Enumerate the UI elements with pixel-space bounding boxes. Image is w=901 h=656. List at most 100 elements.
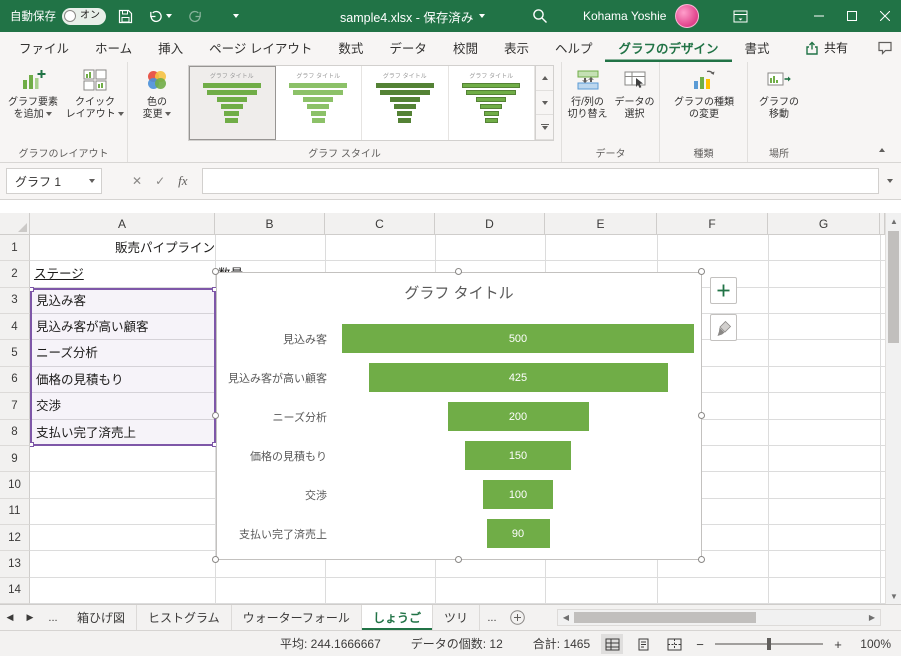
row-header[interactable]: 11 bbox=[0, 498, 30, 525]
chart-resize-handle[interactable] bbox=[698, 556, 705, 563]
column-header-c[interactable]: C bbox=[325, 213, 435, 235]
move-chart-button[interactable]: グラフの 移動 bbox=[751, 66, 807, 121]
select-data-button[interactable]: データの 選択 bbox=[612, 66, 657, 121]
horizontal-scroll-thumb[interactable] bbox=[574, 612, 756, 623]
add-chart-element-button[interactable]: グラフ要素 を追加 bbox=[2, 66, 64, 121]
formula-input[interactable] bbox=[201, 168, 879, 194]
share-button[interactable]: 共有 bbox=[796, 36, 857, 59]
funnel-bar[interactable]: 100 bbox=[483, 480, 553, 509]
chart-styles-button[interactable] bbox=[710, 314, 737, 341]
chart-resize-handle[interactable] bbox=[212, 412, 219, 419]
funnel-bar[interactable]: 500 bbox=[342, 324, 694, 353]
gallery-scroll-down[interactable] bbox=[536, 91, 553, 116]
tab-view[interactable]: 表示 bbox=[491, 32, 542, 62]
cell-a5[interactable]: ニーズ分析 bbox=[36, 340, 98, 366]
chart-style-option-2[interactable]: グラフ タイトル bbox=[275, 66, 362, 140]
sheet-tab-waterfall[interactable]: ウォーターフォール bbox=[231, 605, 362, 630]
chart-title[interactable]: グラフ タイトル bbox=[217, 282, 701, 303]
row-header[interactable]: 5 bbox=[0, 340, 30, 367]
autosave-toggle[interactable]: 自動保存 オン bbox=[10, 0, 106, 32]
close-button[interactable] bbox=[868, 0, 901, 32]
row-header[interactable]: 10 bbox=[0, 472, 30, 499]
gallery-more-button[interactable] bbox=[536, 115, 553, 141]
funnel-bar[interactable]: 150 bbox=[465, 441, 571, 470]
tab-formulas[interactable]: 数式 bbox=[325, 32, 376, 62]
vertical-scroll-thumb[interactable] bbox=[888, 231, 899, 343]
page-break-view-button[interactable] bbox=[663, 634, 685, 654]
tab-page-layout[interactable]: ページ レイアウト bbox=[196, 32, 325, 62]
chart-resize-handle[interactable] bbox=[212, 556, 219, 563]
quick-layout-button[interactable]: クイック レイアウト bbox=[64, 66, 126, 121]
tab-data[interactable]: データ bbox=[376, 32, 440, 62]
sheet-nav-right[interactable]: ▶ bbox=[20, 605, 40, 630]
chart-resize-handle[interactable] bbox=[455, 556, 462, 563]
row-header[interactable]: 9 bbox=[0, 445, 30, 473]
row-header[interactable]: 13 bbox=[0, 551, 30, 578]
tab-chart-design[interactable]: グラフのデザイン bbox=[605, 32, 731, 62]
sheet-tab-tsuri[interactable]: ツリ bbox=[432, 605, 480, 630]
tab-review[interactable]: 校閲 bbox=[440, 32, 491, 62]
zoom-out-button[interactable]: − bbox=[694, 637, 706, 652]
gallery-scroll-up[interactable] bbox=[536, 66, 553, 91]
select-all-corner[interactable] bbox=[0, 213, 30, 235]
column-header-g[interactable]: G bbox=[768, 213, 880, 235]
chart-resize-handle[interactable] bbox=[212, 268, 219, 275]
sheet-overflow-right[interactable]: ... bbox=[480, 605, 504, 630]
chart-area[interactable]: グラフ タイトル 見込み客 500 見込み客が高い顧客 425 ニーズ分析 200 価格の見… bbox=[216, 272, 702, 560]
row-header[interactable]: 3 bbox=[0, 287, 30, 315]
cell-a2[interactable]: ステージ bbox=[34, 261, 84, 287]
formula-bar-expand-button[interactable] bbox=[879, 168, 901, 194]
confirm-entry-button[interactable]: ✓ bbox=[155, 174, 165, 188]
tab-format[interactable]: 書式 bbox=[732, 32, 783, 62]
row-header[interactable]: 4 bbox=[0, 314, 30, 341]
scroll-up-button[interactable]: ▲ bbox=[886, 213, 901, 229]
funnel-bar[interactable]: 200 bbox=[447, 402, 589, 431]
column-header-b[interactable]: B bbox=[215, 213, 325, 235]
chart-elements-button[interactable] bbox=[710, 277, 737, 304]
chart-resize-handle[interactable] bbox=[455, 268, 462, 275]
sheet-nav-left[interactable]: ◀ bbox=[0, 605, 20, 630]
row-header[interactable]: 12 bbox=[0, 524, 30, 552]
cell-a4[interactable]: 見込み客が高い顧客 bbox=[36, 314, 149, 340]
scroll-left-button[interactable]: ◀ bbox=[558, 610, 574, 625]
column-header-e[interactable]: E bbox=[545, 213, 657, 235]
row-header[interactable]: 2 bbox=[0, 261, 30, 288]
chart-style-option-3[interactable]: グラフ タイトル bbox=[362, 66, 449, 140]
normal-view-button[interactable] bbox=[601, 634, 623, 654]
cell-a7[interactable]: 交渉 bbox=[36, 393, 61, 419]
scroll-right-button[interactable]: ▶ bbox=[864, 610, 880, 625]
autosave-pill[interactable]: オン bbox=[62, 7, 106, 25]
cell-a3[interactable]: 見込み客 bbox=[36, 288, 86, 314]
horizontal-scrollbar[interactable]: ◀ ▶ bbox=[557, 609, 881, 626]
funnel-bar[interactable]: 425 bbox=[368, 363, 668, 392]
tab-file[interactable]: ファイル bbox=[6, 32, 82, 62]
ribbon-display-options-button[interactable] bbox=[726, 0, 754, 32]
scroll-down-button[interactable]: ▼ bbox=[886, 588, 901, 604]
tab-help[interactable]: ヘルプ bbox=[542, 32, 606, 62]
column-header-a[interactable]: A bbox=[30, 213, 215, 235]
document-title[interactable]: sample4.xlsx - 保存済み bbox=[340, 0, 486, 32]
sheet-overflow-left[interactable]: ... bbox=[40, 605, 66, 630]
zoom-slider[interactable] bbox=[715, 638, 823, 650]
row-header[interactable]: 14 bbox=[0, 577, 30, 605]
sheet-tab-shougo-active[interactable]: しょうご bbox=[361, 605, 433, 630]
chart-resize-handle[interactable] bbox=[698, 412, 705, 419]
quick-access-menu-button[interactable] bbox=[224, 0, 248, 32]
redo-button[interactable] bbox=[182, 0, 208, 32]
vertical-scrollbar[interactable]: ▲ ▼ bbox=[885, 213, 901, 604]
switch-row-column-button[interactable]: 行/列の 切り替え bbox=[565, 66, 610, 121]
cell-a8[interactable]: 支払い完了済売上 bbox=[36, 420, 136, 446]
cell-a6[interactable]: 価格の見積もり bbox=[36, 367, 124, 393]
row-header[interactable]: 6 bbox=[0, 366, 30, 394]
cancel-entry-button[interactable]: ✕ bbox=[132, 174, 142, 188]
chart-style-option-1[interactable]: グラフ タイトル bbox=[189, 66, 276, 140]
account-button[interactable]: Kohama Yoshie bbox=[583, 0, 700, 32]
row-header[interactable]: 7 bbox=[0, 393, 30, 420]
page-layout-view-button[interactable] bbox=[632, 634, 654, 654]
chart-style-option-4[interactable]: グラフ タイトル bbox=[448, 66, 535, 140]
comments-button[interactable] bbox=[877, 36, 893, 59]
search-button[interactable] bbox=[526, 0, 554, 32]
maximize-button[interactable] bbox=[835, 0, 868, 32]
range-handle[interactable] bbox=[30, 441, 34, 447]
row-header[interactable]: 8 bbox=[0, 419, 30, 446]
